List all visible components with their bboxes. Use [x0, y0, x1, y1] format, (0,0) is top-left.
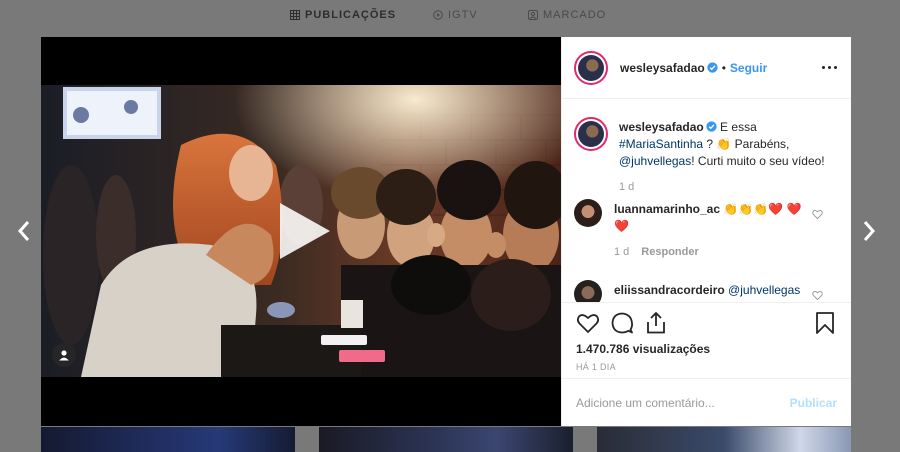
tab-marcado[interactable]: MARCADO: [528, 7, 606, 23]
like-heart-icon[interactable]: [576, 311, 600, 335]
username-link[interactable]: wesleysafadao: [620, 61, 705, 75]
reply-button[interactable]: Responder: [641, 246, 698, 258]
post-sidebar: wesleysafadao • Seguir wesleysafadao E e…: [561, 37, 851, 426]
more-dot: [834, 66, 837, 69]
grid-thumbnail[interactable]: [41, 427, 295, 452]
post-modal: wesleysafadao • Seguir wesleysafadao E e…: [41, 37, 851, 426]
grid-thumbnail[interactable]: [597, 427, 851, 452]
avatar[interactable]: [574, 199, 602, 227]
tab-label: MARCADO: [543, 9, 607, 21]
avatar-image: [578, 54, 604, 81]
play-icon[interactable]: [276, 201, 332, 261]
comment-input[interactable]: [576, 395, 790, 410]
more-options-button[interactable]: [822, 66, 837, 69]
caption-text: E essa: [716, 120, 757, 134]
caption-username[interactable]: wesleysafadao: [619, 120, 704, 134]
comment-item: luannamarinho_ac 👏👏👏❤️ ❤️❤️ 1 d Responder: [574, 199, 837, 261]
comment-body: eliissandracordeiro @juhvellegas: [614, 282, 800, 302]
comment-time[interactable]: 1 d: [614, 246, 629, 258]
avatar[interactable]: [574, 117, 608, 151]
user-icon: [59, 350, 69, 361]
post-actions: [562, 302, 851, 342]
share-icon[interactable]: [644, 311, 668, 335]
publish-button[interactable]: Publicar: [790, 396, 837, 410]
comment-item: eliissandracordeiro @juhvellegas: [574, 280, 837, 302]
avatar[interactable]: [574, 50, 608, 85]
grid-icon: [290, 10, 300, 20]
tagged-users-button[interactable]: [52, 343, 76, 367]
more-dot: [828, 66, 831, 69]
tab-label: PUBLICAÇÕES: [305, 9, 397, 21]
chevron-right-icon: [863, 221, 876, 241]
video-player[interactable]: [41, 37, 561, 426]
igtv-icon: [433, 10, 443, 20]
like-comment-heart-icon[interactable]: [812, 290, 823, 301]
tab-igtv[interactable]: IGTV: [433, 7, 478, 23]
comment-username[interactable]: eliissandracordeiro: [614, 283, 725, 297]
mention-link[interactable]: @juhvellegas: [725, 283, 800, 297]
comment-meta: 1 d Responder: [614, 244, 804, 261]
comment-username[interactable]: luannamarinho_ac: [614, 202, 720, 216]
mention-link[interactable]: @juhvellegas: [619, 154, 691, 168]
like-comment-heart-icon[interactable]: [812, 209, 823, 220]
add-comment-bar: Publicar: [562, 378, 851, 426]
hashtag-link[interactable]: #MariaSantinha: [619, 137, 703, 151]
follow-button[interactable]: Seguir: [730, 61, 767, 75]
comments-list[interactable]: wesleysafadao E essa #MariaSantinha ? 👏 …: [562, 99, 851, 302]
post-header: wesleysafadao • Seguir: [562, 37, 851, 99]
previous-post-button[interactable]: [12, 216, 36, 246]
post-date[interactable]: HÁ 1 DIA: [562, 358, 851, 378]
verified-badge-icon: [707, 62, 718, 73]
avatar-image: [578, 121, 604, 147]
verified-badge-icon: [706, 121, 717, 132]
next-post-button[interactable]: [857, 216, 881, 246]
caption-body: wesleysafadao E essa #MariaSantinha ? 👏 …: [619, 119, 825, 196]
more-dot: [822, 66, 825, 69]
caption-time[interactable]: 1 d: [619, 181, 634, 193]
caption-text: ! Curti muito o seu vídeo!: [691, 154, 825, 168]
grid-thumbnail[interactable]: [319, 427, 573, 452]
profile-tabs: PUBLICAÇÕES IGTV MARCADO: [0, 0, 900, 30]
tab-publicacoes[interactable]: PUBLICAÇÕES: [290, 7, 396, 23]
tagged-icon: [528, 10, 538, 20]
comment-bubble-icon[interactable]: [610, 311, 634, 335]
caption-text: ? 👏 Parabéns,: [703, 137, 790, 151]
chevron-left-icon: [17, 221, 30, 241]
comment-body: luannamarinho_ac 👏👏👏❤️ ❤️❤️ 1 d Responder: [614, 201, 804, 261]
caption-meta: 1 d: [619, 179, 825, 196]
view-count[interactable]: 1.470.786 visualizações: [562, 342, 851, 358]
separator-dot: •: [721, 60, 726, 75]
caption: wesleysafadao E essa #MariaSantinha ? 👏 …: [574, 117, 837, 196]
tab-label: IGTV: [448, 9, 478, 21]
avatar[interactable]: [574, 280, 602, 302]
save-bookmark-icon[interactable]: [813, 311, 837, 335]
